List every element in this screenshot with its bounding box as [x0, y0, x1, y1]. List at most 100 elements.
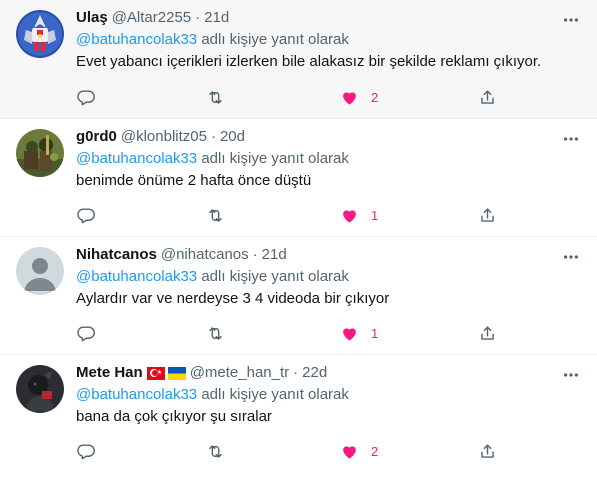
- tweet-body: Nihatcanos @nihatcanos · 21d @batuhancol…: [76, 245, 583, 309]
- tweet-text: benimde önüme 2 hafta önce düştü: [76, 172, 312, 189]
- separator-dot: ·: [210, 128, 216, 145]
- retweet-button[interactable]: [206, 434, 225, 468]
- replying-to: @batuhancolak33 adlı kişiye yanıt olarak: [76, 267, 583, 287]
- timestamp[interactable]: 20d: [220, 127, 245, 147]
- reply-mention-link[interactable]: @batuhancolak33: [76, 386, 197, 403]
- tweet-header: Mete Han ★ @mete_han_tr · 22d: [76, 363, 583, 383]
- default-profile-avatar-icon: [16, 247, 64, 295]
- comment-icon: [77, 89, 95, 105]
- like-button[interactable]: 2: [340, 80, 378, 114]
- tweet-text: bana da çok çıkıyor şu sıralar: [76, 408, 272, 425]
- like-button[interactable]: 2: [340, 434, 378, 468]
- action-bar: 2: [70, 434, 510, 468]
- reply-mention-link[interactable]: @batuhancolak33: [76, 31, 197, 48]
- more-options-button[interactable]: [561, 247, 581, 267]
- reply-suffix: adlı kişiye yanıt olarak: [197, 150, 349, 167]
- share-button[interactable]: [478, 198, 497, 232]
- share-button[interactable]: [478, 80, 497, 114]
- reply-suffix: adlı kişiye yanıt olarak: [197, 268, 349, 285]
- reply-suffix: adlı kişiye yanıt olarak: [197, 386, 349, 403]
- user-handle[interactable]: @mete_han_tr: [190, 363, 289, 383]
- display-name[interactable]: Ulaş: [76, 8, 108, 28]
- action-bar: 1: [70, 316, 510, 350]
- replying-to: @batuhancolak33 adlı kişiye yanıt olarak: [76, 30, 583, 50]
- timestamp[interactable]: 22d: [302, 363, 327, 383]
- more-dots-icon: [563, 255, 579, 259]
- like-button[interactable]: 1: [340, 198, 378, 232]
- avatar[interactable]: [16, 247, 64, 295]
- retweet-icon: [209, 444, 222, 458]
- more-dots-icon: [563, 18, 579, 22]
- like-count: 1: [371, 207, 379, 223]
- reply-button[interactable]: [76, 434, 95, 468]
- reply-thread: Ulaş @Altar2255 · 21d @batuhancolak33 ad…: [0, 0, 597, 473]
- separator-dot: ·: [252, 246, 258, 263]
- heart-filled-icon: [343, 91, 356, 105]
- more-options-button[interactable]: [561, 129, 581, 149]
- retweet-icon: [209, 208, 222, 222]
- reply-tweet[interactable]: g0rd0 @klonblitz05 · 20d @batuhancolak33…: [0, 119, 597, 237]
- reply-suffix: adlı kişiye yanıt olarak: [197, 31, 349, 48]
- tweet-body: Mete Han ★ @mete_han_tr · 22d @batuhanco…: [76, 363, 583, 427]
- user-handle[interactable]: @Altar2255: [112, 8, 191, 28]
- comment-icon: [77, 443, 95, 459]
- tweet-body: Ulaş @Altar2255 · 21d @batuhancolak33 ad…: [76, 8, 583, 72]
- comment-icon: [77, 325, 95, 341]
- heart-filled-icon: [343, 327, 356, 341]
- share-button[interactable]: [478, 316, 497, 350]
- tweet-body: g0rd0 @klonblitz05 · 20d @batuhancolak33…: [76, 127, 583, 191]
- like-count: 2: [371, 443, 379, 459]
- share-icon: [481, 207, 494, 222]
- timestamp[interactable]: 21d: [204, 8, 229, 28]
- user-handle[interactable]: @nihatcanos: [161, 245, 249, 265]
- separator-dot: ·: [293, 364, 299, 381]
- more-options-button[interactable]: [561, 365, 581, 385]
- comment-icon: [77, 207, 95, 223]
- retweet-icon: [209, 326, 222, 340]
- like-button[interactable]: 1: [340, 316, 378, 350]
- share-icon: [481, 443, 494, 458]
- user-handle[interactable]: @klonblitz05: [121, 127, 207, 147]
- tweet-header: g0rd0 @klonblitz05 · 20d: [76, 127, 583, 147]
- display-name[interactable]: Mete Han: [76, 363, 143, 383]
- tweet-header: Ulaş @Altar2255 · 21d: [76, 8, 583, 28]
- action-bar: 2: [70, 80, 510, 114]
- more-options-button[interactable]: [561, 10, 581, 30]
- dark-character-avatar-icon: [16, 365, 64, 413]
- like-count: 2: [371, 89, 379, 105]
- heart-filled-icon: [343, 445, 356, 459]
- soldier-avatar-icon: [16, 129, 64, 177]
- reply-button[interactable]: [76, 316, 95, 350]
- avatar[interactable]: [16, 10, 64, 58]
- share-icon: [481, 325, 494, 340]
- timestamp[interactable]: 21d: [262, 245, 287, 265]
- retweet-button[interactable]: [206, 316, 225, 350]
- like-count: 1: [371, 325, 379, 341]
- reply-button[interactable]: [76, 80, 95, 114]
- separator-dot: ·: [195, 9, 201, 26]
- more-dots-icon: [563, 373, 579, 377]
- turkey-flag-icon: ★: [146, 366, 165, 380]
- tweet-text: Aylardır var ve nerdeyse 3 4 videoda bir…: [76, 290, 390, 307]
- reply-mention-link[interactable]: @batuhancolak33: [76, 150, 197, 167]
- avatar[interactable]: [16, 129, 64, 177]
- share-button[interactable]: [478, 434, 497, 468]
- retweet-icon: [209, 90, 222, 104]
- reply-tweet[interactable]: Mete Han ★ @mete_han_tr · 22d @batuhanco…: [0, 355, 597, 473]
- replying-to: @batuhancolak33 adlı kişiye yanıt olarak: [76, 385, 583, 405]
- reply-tweet[interactable]: Nihatcanos @nihatcanos · 21d @batuhancol…: [0, 237, 597, 355]
- retweet-button[interactable]: [206, 198, 225, 232]
- tweet-header: Nihatcanos @nihatcanos · 21d: [76, 245, 583, 265]
- display-name[interactable]: Nihatcanos: [76, 245, 157, 265]
- avatar[interactable]: [16, 365, 64, 413]
- share-icon: [481, 89, 494, 104]
- robot-avatar-icon: [16, 10, 64, 58]
- tweet-text: Evet yabancı içerikleri izlerken bile al…: [76, 53, 542, 70]
- reply-tweet[interactable]: Ulaş @Altar2255 · 21d @batuhancolak33 ad…: [0, 0, 597, 119]
- heart-filled-icon: [343, 209, 356, 223]
- more-dots-icon: [563, 137, 579, 141]
- reply-button[interactable]: [76, 198, 95, 232]
- display-name[interactable]: g0rd0: [76, 127, 117, 147]
- retweet-button[interactable]: [206, 80, 225, 114]
- reply-mention-link[interactable]: @batuhancolak33: [76, 268, 197, 285]
